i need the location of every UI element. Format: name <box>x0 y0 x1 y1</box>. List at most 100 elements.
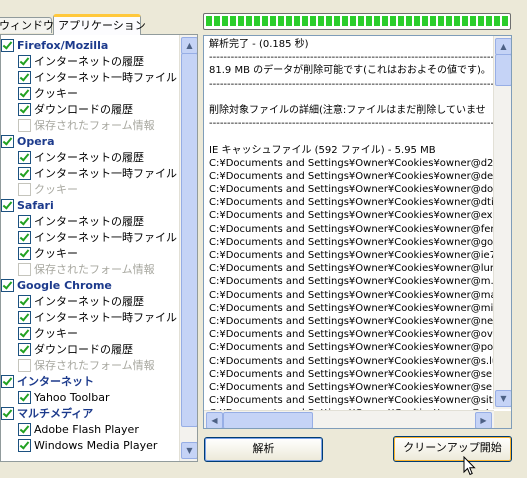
checkbox[interactable] <box>18 70 31 84</box>
tree-group[interactable]: マルチメディア <box>1 406 179 422</box>
tree-group[interactable]: Opera <box>1 134 179 150</box>
result-line: C:¥Documents and Settings¥Owner¥Cookies¥… <box>209 395 494 407</box>
tree-item[interactable]: クッキー <box>1 182 179 198</box>
checkbox[interactable] <box>18 438 31 452</box>
tree-item[interactable]: 保存されたフォーム情報 <box>1 358 179 374</box>
tree-item[interactable]: インターネットの履歴 <box>1 54 179 70</box>
result-line: C:¥Documents and Settings¥Owner¥Cookies¥… <box>209 342 494 354</box>
tree-item[interactable]: インターネット一時ファイル <box>1 166 179 182</box>
arrow-down-icon[interactable]: ▼ <box>181 442 197 459</box>
tree-item[interactable]: インターネット一時ファイル <box>1 70 179 86</box>
tree-item[interactable]: インターネットの履歴 <box>1 150 179 166</box>
checkbox[interactable] <box>18 294 31 308</box>
tree-item-label: ダウンロードの履歴 <box>34 103 133 116</box>
checkbox[interactable] <box>18 326 31 340</box>
arrow-up-icon[interactable]: ▲ <box>181 37 197 54</box>
tree-item-label: クッキー <box>34 183 78 196</box>
tree-item[interactable]: インターネット一時ファイル <box>1 230 179 246</box>
checkbox <box>18 358 31 372</box>
tree-item-label: インターネット一時ファイル <box>34 231 177 244</box>
tree-item[interactable]: インターネットの履歴 <box>1 294 179 310</box>
checkbox[interactable] <box>1 198 14 212</box>
tree-group-label: Firefox/Mozilla <box>17 39 109 52</box>
tab-windows[interactable]: ウィンドウズ <box>0 17 65 33</box>
checkbox[interactable] <box>18 150 31 164</box>
result-line: ----------------------------------------… <box>209 78 494 90</box>
tree-item-label: 保存されたフォーム情報 <box>34 359 155 372</box>
tree-item-label: Windows Media Player <box>34 439 158 452</box>
tree-vertical-scrollbar[interactable]: ▲ ▼ <box>179 35 197 461</box>
results-vertical-scrollbar[interactable]: ▲ ▼ <box>493 36 511 409</box>
result-line: C:¥Documents and Settings¥Owner¥Cookies¥… <box>209 355 494 367</box>
checkbox[interactable] <box>1 38 14 52</box>
checkbox[interactable] <box>1 374 14 388</box>
checkbox[interactable] <box>18 342 31 356</box>
results-horizontal-scrollbar[interactable]: ◀ ▶ <box>204 410 494 428</box>
tree-item[interactable]: インターネットの履歴 <box>1 214 179 230</box>
checkbox[interactable] <box>18 310 31 324</box>
arrow-right-icon[interactable]: ▶ <box>475 412 492 428</box>
tree-scroll-thumb[interactable] <box>181 53 197 427</box>
results-panel: 解析完了 - (0.185 秒) ------------------------… <box>203 35 512 429</box>
tree-item[interactable]: Adobe Flash Player <box>1 422 179 438</box>
progress-fill <box>206 16 508 26</box>
tree-item[interactable]: 保存されたフォーム情報 <box>1 262 179 278</box>
analyze-button[interactable]: 解析 <box>204 437 323 462</box>
results-text[interactable]: 解析完了 - (0.185 秒) ------------------------… <box>209 38 494 410</box>
result-line: C:¥Documents and Settings¥Owner¥Cookies¥… <box>209 263 494 275</box>
result-line: C:¥Documents and Settings¥Owner¥Cookies¥… <box>209 184 494 196</box>
tree-group-label: マルチメディア <box>17 407 94 420</box>
result-line: 81.9 MB のデータが削除可能です(これはおおよその値です)。 <box>209 65 491 77</box>
cleanup-start-button[interactable]: クリーンアップ開始 <box>393 436 512 462</box>
checkbox[interactable] <box>18 246 31 260</box>
results-vscroll-thumb[interactable] <box>495 54 511 86</box>
checkbox[interactable] <box>18 214 31 228</box>
tree-item-label: Yahoo Toolbar <box>34 391 110 404</box>
arrow-up-icon[interactable]: ▲ <box>495 38 511 55</box>
checkbox[interactable] <box>18 166 31 180</box>
result-line: C:¥Documents and Settings¥Owner¥Cookies¥… <box>209 250 494 261</box>
tree-group[interactable]: インターネット <box>1 374 179 390</box>
tree-item[interactable]: クッキー <box>1 86 179 102</box>
tree-item[interactable]: Yahoo Toolbar <box>1 390 179 406</box>
tree-group-label: インターネット <box>17 375 94 388</box>
checkbox[interactable] <box>18 54 31 68</box>
tree-group[interactable]: Firefox/Mozilla <box>1 38 179 54</box>
mouse-pointer-icon <box>463 456 476 476</box>
checkbox[interactable] <box>18 422 31 436</box>
checkbox[interactable] <box>18 230 31 244</box>
result-line: C:¥Documents and Settings¥Owner¥Cookies¥… <box>209 289 494 301</box>
tree-item[interactable]: インターネット一時ファイル <box>1 310 179 326</box>
results-hscroll-thumb[interactable] <box>223 412 313 428</box>
tree-item[interactable]: クッキー <box>1 326 179 342</box>
arrow-left-icon[interactable]: ◀ <box>206 412 223 428</box>
tab-applications[interactable]: アプリケーション <box>53 14 146 35</box>
cleaning-options-tree: Firefox/Mozilla インターネットの履歴 インターネット一時ファイル クッ… <box>0 34 198 462</box>
checkbox[interactable] <box>18 86 31 100</box>
checkbox[interactable] <box>1 406 14 420</box>
tree-item[interactable]: ダウンロードの履歴 <box>1 102 179 118</box>
checkbox[interactable] <box>1 134 14 148</box>
tree-group-label: Opera <box>17 135 55 148</box>
tree-group[interactable]: Safari <box>1 198 179 214</box>
arrow-down-icon[interactable]: ▼ <box>495 390 511 407</box>
tree-group[interactable]: Google Chrome <box>1 278 179 294</box>
result-line: C:¥Documents and Settings¥Owner¥Cookies¥… <box>209 210 494 222</box>
result-line: 解析完了 - (0.185 秒) <box>209 39 309 50</box>
checkbox <box>18 262 31 276</box>
tree-item-label: インターネットの履歴 <box>34 55 144 68</box>
result-line: ----------------------------------------… <box>209 52 494 64</box>
checkbox <box>18 182 31 196</box>
tree-item[interactable]: 保存されたフォーム情報 <box>1 118 179 134</box>
tree-item[interactable]: Windows Media Player <box>1 438 179 454</box>
checkbox[interactable] <box>18 390 31 404</box>
checkbox[interactable] <box>1 278 14 292</box>
result-line <box>209 91 494 104</box>
tree-item-label: インターネット一時ファイル <box>34 167 177 180</box>
tree-item-label: Adobe Flash Player <box>34 423 139 436</box>
result-line: C:¥Documents and Settings¥Owner¥Cookies¥… <box>209 236 494 248</box>
tree-item[interactable]: クッキー <box>1 246 179 262</box>
checkbox <box>18 118 31 132</box>
tree-item[interactable]: ダウンロードの履歴 <box>1 342 179 358</box>
checkbox[interactable] <box>18 102 31 116</box>
